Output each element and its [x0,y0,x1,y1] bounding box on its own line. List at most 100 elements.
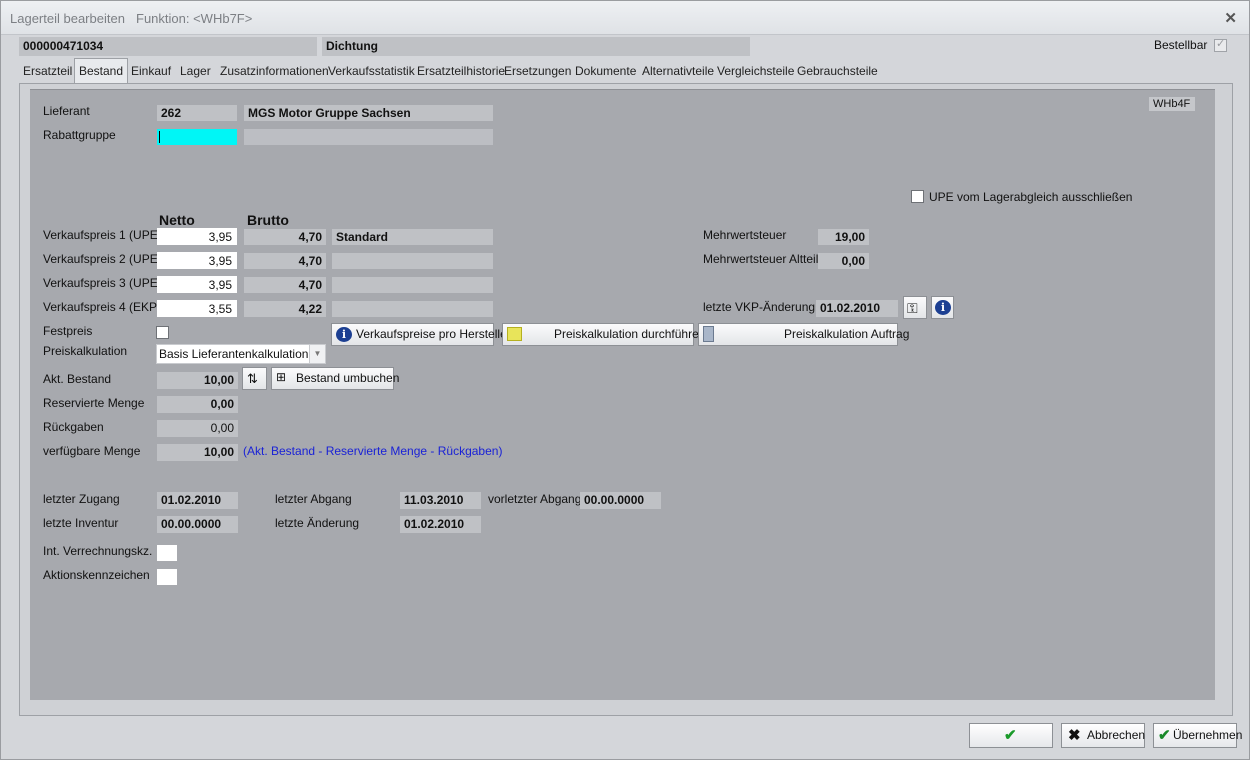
rebook-stock-button[interactable]: ⊞ Bestand umbuchen [271,367,399,390]
action-code-label: Aktionskennzeichen [43,568,150,582]
vat-old-label: Mehrwertsteuer Altteil [703,252,819,266]
brutto-field: 4,22 [244,301,326,317]
price-calc-select[interactable]: Basis Lieferantenkalkulation ▼ [156,344,326,364]
tab-ersatzteil[interactable]: Ersatzteil [19,59,76,83]
tab-gebrauchsteile[interactable]: Gebrauchsteile [793,59,882,83]
last-vkp-change-label: letzte VKP-Änderung [703,300,816,314]
orderable-label: Bestellbar [1154,38,1208,52]
tab-ersetzungen[interactable]: Ersetzungen [500,59,575,83]
tab-bar: Ersatzteil Bestand Einkauf Lager Zusatzi… [19,58,1233,83]
returns-label: Rückgaben [43,420,104,434]
run-price-calc-label: Preiskalkulation durchführen [554,327,706,341]
prev-out-label: vorletzter Abgang [488,492,582,506]
last-change-label: letzte Änderung [275,516,360,530]
brutto-field: 4,70 [244,229,326,245]
cancel-label: Abbrechen [1087,728,1146,742]
apply-button[interactable]: ✔ Übernehmen [1153,723,1242,748]
tab-einkauf[interactable]: Einkauf [127,59,175,83]
tab-zusatzinformationen[interactable]: Zusatzinformationen [216,59,333,83]
stock-label: Akt. Bestand [43,372,112,386]
apply-label: Übernehmen [1173,728,1243,742]
dialog-window: Lagerteil bearbeiten Funktion: <WHb7F> ✕… [0,0,1250,760]
tab-dokumente[interactable]: Dokumente [571,59,640,83]
vat-label: Mehrwertsteuer [703,228,787,242]
run-price-calc-button[interactable]: Preiskalkulation durchführen [502,323,705,346]
action-code-input[interactable] [157,569,177,585]
close-icon[interactable]: ✕ [1224,9,1237,27]
fixed-price-label: Festpreis [43,324,93,338]
calculator-icon [507,327,522,341]
tab-ersatzteilhistorie[interactable]: Ersatzteilhistorie [413,59,509,83]
close-icon: ✖ [1068,727,1081,744]
text-cursor [159,131,160,143]
reserved-label: Reservierte Menge [43,396,145,410]
available-field: 10,00 [157,444,238,461]
netto-input[interactable]: 3,95 [157,276,237,293]
document-icon [703,326,714,342]
price-calc-label: Preiskalkulation [43,344,128,358]
info-icon: i [935,300,951,315]
prices-by-manufacturer-label: Verkaufspreise pro Hersteller [356,327,511,341]
supplier-name-field: MGS Motor Gruppe Sachsen [244,105,493,121]
price-label: Verkaufspreis 4 (EKP) [43,300,162,314]
price-label: Verkaufspreis 1 (UPE) [43,228,162,242]
price-calc-selected: Basis Lieferantenkalkulation [159,347,309,361]
tab-bestand[interactable]: Bestand [74,58,129,83]
window-function: Funktion: <WHb7F> [136,11,253,26]
prices-by-manufacturer-button[interactable]: i Verkaufspreise pro Hersteller [331,323,511,346]
last-inventory-label: letzte Inventur [43,516,119,530]
part-name-field: Dichtung [322,37,750,56]
info-button[interactable]: i [931,296,954,319]
price-calc-order-button[interactable]: Preiskalkulation Auftrag [698,323,909,346]
check-icon: ✔ [1158,727,1171,744]
vat-old-field: 0,00 [818,253,869,269]
form-code: WHb4F [1149,97,1195,111]
stock-transfer-button[interactable]: ⇅ [242,367,267,390]
discount-group-label: Rabattgruppe [43,128,116,142]
chevron-down-icon[interactable]: ▼ [309,345,325,363]
reserved-field: 0,00 [157,396,238,413]
last-out-label: letzter Abgang [275,492,352,506]
supplier-label: Lieferant [43,104,90,118]
price-desc-field [332,301,493,317]
supplier-id-field: 262 [157,105,237,121]
last-out-field: 11.03.2010 [400,492,481,509]
netto-input[interactable]: 3,95 [157,252,237,269]
part-number-field: 000000471034 [19,37,317,56]
hierarchy-icon: ⊞ [276,370,287,384]
fixed-price-checkbox[interactable] [156,326,169,339]
swap-icon: ⇅ [247,371,258,386]
checkmark-icon: ✓ [1216,38,1226,50]
cancel-button[interactable]: ✖ Abbrechen [1061,723,1145,748]
price-desc-field [332,253,493,269]
vat-field: 19,00 [818,229,869,245]
ok-check-icon: ✔ [1004,727,1017,744]
int-code-label: Int. Verrechnungskz. [43,544,153,558]
tab-alternativteile[interactable]: Alternativteile [638,59,718,83]
netto-header: Netto [159,212,195,228]
netto-input[interactable]: 3,95 [157,228,237,245]
last-vkp-change-field: 01.02.2010 [816,300,898,317]
price-calc-order-label: Preiskalkulation Auftrag [784,327,910,341]
returns-field: 0,00 [157,420,238,437]
price-label: Verkaufspreis 2 (UPE) [43,252,162,266]
available-label: verfügbare Menge [43,444,141,458]
orderable-checkbox[interactable]: ✓ [1214,38,1227,52]
window-title: Lagerteil bearbeiten [10,11,125,26]
tab-vergleichsteile[interactable]: Vergleichsteile [713,59,798,83]
netto-input[interactable]: 3,55 [157,300,237,317]
prev-out-field: 00.00.0000 [580,492,661,509]
key-button[interactable]: ⚿ [903,296,927,319]
ok-button[interactable]: ✔ [969,723,1053,748]
tab-verkaufsstatistik[interactable]: Verkaufsstatistik [324,59,419,83]
price-desc-field: Standard [332,229,493,245]
last-in-label: letzter Zugang [43,492,120,506]
brutto-header: Brutto [247,212,289,228]
int-code-input[interactable] [157,545,177,561]
tab-lager[interactable]: Lager [176,59,215,83]
discount-group-input[interactable] [157,129,237,145]
info-icon: i [336,327,352,342]
last-in-field: 01.02.2010 [157,492,238,509]
upe-exclude-checkbox[interactable] [911,190,924,203]
brutto-field: 4,70 [244,253,326,269]
